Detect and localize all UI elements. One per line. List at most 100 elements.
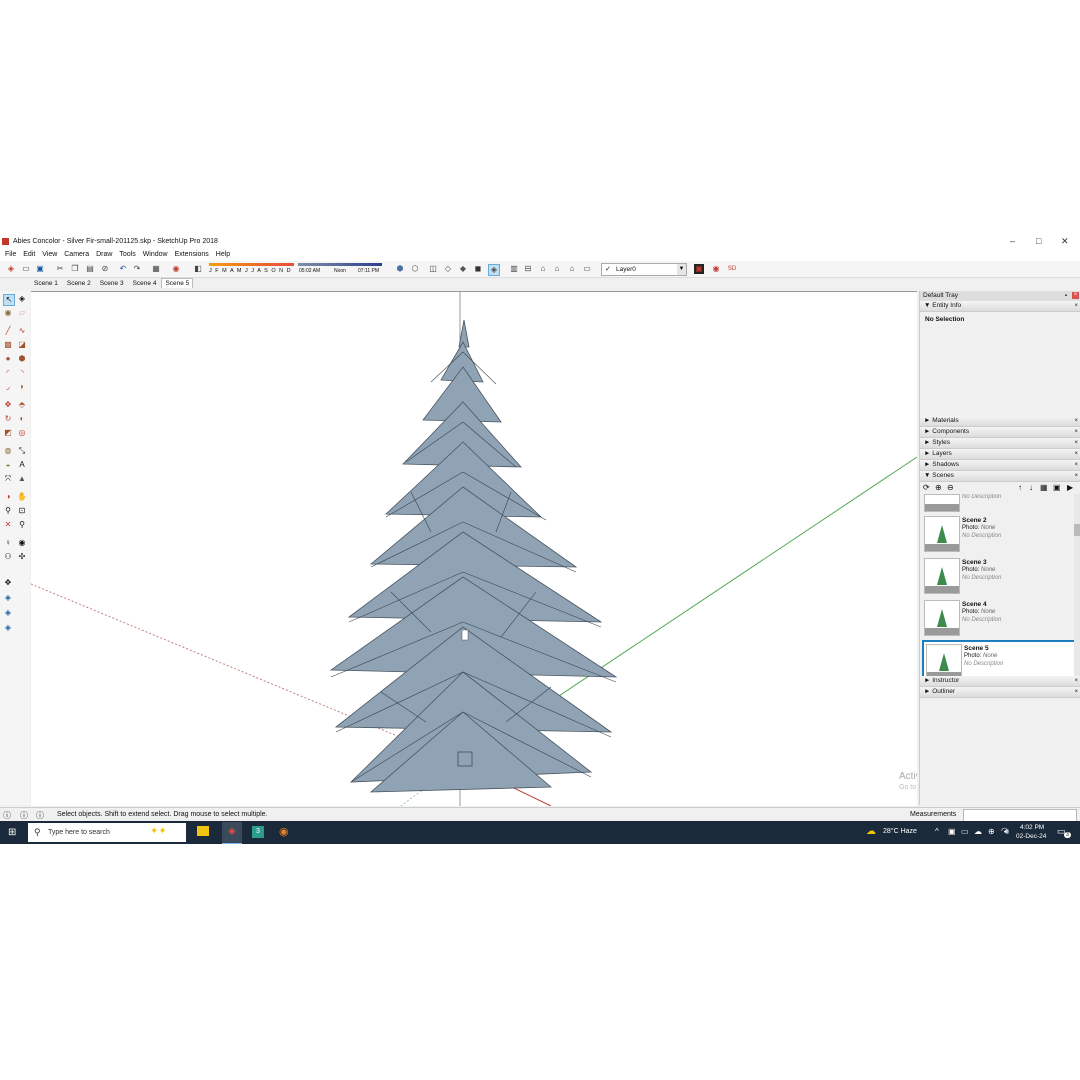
shaded-icon[interactable]: ◼ (473, 264, 483, 274)
panel-layers[interactable]: ► Layers × (920, 449, 1080, 460)
scale-icon[interactable]: ◩ (3, 428, 13, 438)
front-view-icon[interactable]: ⌂ (552, 264, 562, 274)
close-icon[interactable]: × (1074, 449, 1078, 459)
warehouse-icon[interactable]: ▥ (509, 264, 519, 274)
file-explorer-icon[interactable] (197, 826, 209, 836)
panel-entity-info[interactable]: ▼ Entity Info × (920, 301, 1080, 312)
zoom-window-icon[interactable]: ⊡ (17, 506, 27, 516)
follow-me-icon[interactable]: ◐ (17, 414, 27, 424)
shadows-toggle-icon[interactable]: ◧ (193, 264, 203, 274)
menu-camera[interactable]: Camera (64, 251, 89, 258)
clock-date[interactable]: 02-Dec-24 (1016, 833, 1046, 840)
wireframe-icon[interactable]: ◇ (443, 264, 453, 274)
paste-icon[interactable]: ▤ (85, 264, 95, 274)
onedrive-icon[interactable]: ☁ (974, 827, 982, 836)
tray-app2-icon[interactable]: ▭ (961, 827, 969, 836)
iso-view-icon[interactable]: ⬢ (395, 264, 405, 274)
pin-icon[interactable]: ▪ (1065, 291, 1067, 301)
panel-shadows[interactable]: ► Shadows × (920, 460, 1080, 471)
redo-icon[interactable]: ↷ (132, 264, 142, 274)
remove-scene-icon[interactable]: ⊖ (947, 483, 954, 492)
hidden-line-icon[interactable]: ◆ (458, 264, 468, 274)
close-icon[interactable]: × (1074, 416, 1078, 426)
save-icon[interactable]: ▣ (35, 264, 45, 274)
windows-start-icon[interactable]: ⊞ (8, 827, 16, 838)
add-scene-icon[interactable]: ⊕ (935, 483, 942, 492)
zoom-extents-icon[interactable]: ✕ (3, 520, 13, 530)
network-icon[interactable]: ⊕ (988, 827, 995, 836)
eraser-icon[interactable]: ▱ (17, 308, 27, 318)
sandbox-icon[interactable]: ◈ (3, 593, 13, 603)
scene-item-3[interactable]: Scene 3 Photo: None No Description (922, 556, 1077, 596)
layer-select[interactable]: ✓ Layer0 ▼ (601, 263, 687, 276)
orbit-icon[interactable]: ◑ (3, 492, 13, 502)
move-down-icon[interactable]: ↓ (1029, 483, 1033, 492)
close-icon[interactable]: × (1074, 427, 1078, 437)
sketchup-taskbar-icon[interactable]: ◈ (222, 822, 242, 844)
offset-icon[interactable]: ◎ (17, 428, 27, 438)
cylinder-icon[interactable]: ⊟ (523, 264, 533, 274)
chevron-up-icon[interactable]: ^ (935, 827, 939, 836)
dimension-icon[interactable]: ⤡ (17, 446, 27, 456)
three-point-arc-icon[interactable]: ◞ (3, 382, 13, 392)
shadow-time-slider[interactable]: 05:02 AM Noon 07:11 PM (298, 263, 382, 275)
close-icon[interactable]: × (1074, 438, 1078, 448)
menu-help[interactable]: Help (216, 251, 230, 258)
menu-draw[interactable]: Draw (96, 251, 112, 258)
tab-scene-4[interactable]: Scene 4 (129, 278, 161, 289)
cut-icon[interactable]: ✂ (55, 264, 65, 274)
pan-icon[interactable]: ✋ (17, 492, 27, 502)
close-icon[interactable]: × (1074, 471, 1078, 481)
pie-icon[interactable]: ◗ (17, 382, 27, 392)
new-icon[interactable]: ◈ (6, 264, 16, 274)
back-view-icon[interactable]: ⌂ (567, 264, 577, 274)
circle-icon[interactable]: ● (3, 354, 13, 364)
move-alt-icon[interactable]: ✥ (3, 578, 13, 588)
look-around-icon[interactable]: ◉ (17, 538, 27, 548)
taskbar-search[interactable]: ⚲ Type here to search ✦✦ (28, 823, 186, 842)
close-icon[interactable]: × (1074, 676, 1078, 686)
panel-materials[interactable]: ► Materials × (920, 416, 1080, 427)
sandbox-stamp-icon[interactable]: ◈ (3, 623, 13, 633)
volume-icon[interactable]: 🔊︎ (1004, 827, 1009, 837)
expand-details-icon[interactable]: ▶ (1067, 483, 1073, 492)
home-icon[interactable]: ⌂ (538, 264, 548, 274)
position-camera-icon[interactable]: ♀ (3, 538, 13, 548)
credits-icon[interactable]: ⓘ (20, 810, 28, 821)
select-tool-icon[interactable]: ↖ (3, 294, 15, 306)
two-point-arc-icon[interactable]: ◝ (17, 368, 27, 378)
axes-icon[interactable]: ⤧ (3, 474, 13, 484)
user-icon[interactable]: ⓘ (36, 810, 44, 821)
menu-edit[interactable]: Edit (23, 251, 35, 258)
geo-location-icon[interactable]: ⓘ (3, 810, 11, 821)
close-icon[interactable]: × (1074, 301, 1078, 311)
panel-instructor[interactable]: ► Instructor × (920, 676, 1080, 687)
make-component-icon[interactable]: ◈ (17, 294, 27, 304)
shadow-month-slider[interactable]: J F M A M J J A S O N D (209, 263, 294, 275)
scenes-list[interactable]: No Description Scene 2 Photo: None No De… (920, 494, 1080, 676)
scene-item-2[interactable]: Scene 2 Photo: None No Description (922, 514, 1077, 554)
details-icon[interactable]: ▣ (1053, 483, 1061, 492)
erase-icon[interactable]: ⊘ (100, 264, 110, 274)
zoom-icon[interactable]: ⚲ (3, 506, 13, 516)
tray-app-icon[interactable]: ▣ (948, 827, 956, 836)
scene-item-5[interactable]: Scene 5 Photo: None No Description (922, 640, 1077, 676)
minimize-button[interactable]: – (1010, 236, 1015, 246)
3d-text-icon[interactable]: ▲ (17, 474, 27, 484)
refresh-icon[interactable]: ⟳ (923, 483, 930, 492)
xray-icon[interactable]: ◫ (428, 264, 438, 274)
render-icon[interactable]: ◉ (711, 264, 721, 274)
panel-styles[interactable]: ► Styles × (920, 438, 1080, 449)
3dsmax-icon[interactable]: 3 (252, 826, 264, 838)
extension-icon[interactable]: ▣ (694, 264, 704, 274)
left-view-icon[interactable]: ▭ (582, 264, 592, 274)
tab-scene-5[interactable]: Scene 5 (161, 278, 194, 288)
text-icon[interactable]: A (17, 460, 27, 470)
scene-item-4[interactable]: Scene 4 Photo: None No Description (922, 598, 1077, 638)
paint-bucket-icon[interactable]: ◉ (3, 308, 13, 318)
undo-icon[interactable]: ↶ (118, 264, 128, 274)
rectangle-icon[interactable]: ▩ (3, 340, 13, 350)
print-icon[interactable]: ▦ (151, 264, 161, 274)
clock-time[interactable]: 4:02 PM (1020, 824, 1044, 831)
tab-scene-3[interactable]: Scene 3 (96, 278, 128, 289)
